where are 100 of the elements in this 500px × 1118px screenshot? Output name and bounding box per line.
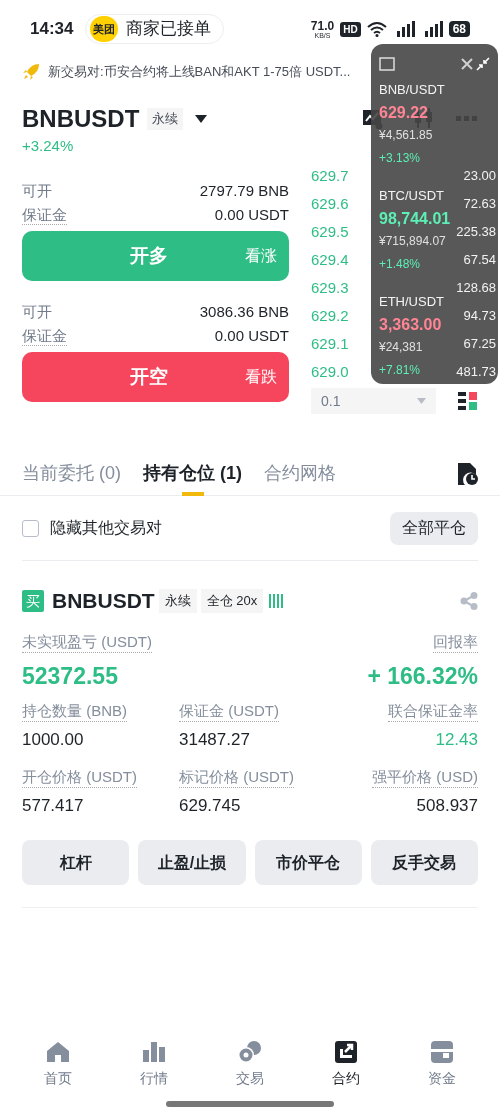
position-symbol: BNBUSDT <box>52 588 155 615</box>
bid-price: 629.7 <box>311 165 349 186</box>
hd-badge: HD <box>340 21 361 37</box>
wifi-icon <box>366 21 387 37</box>
position-tag: 全仓 20x <box>200 589 264 613</box>
field-value: 629.745 <box>179 794 241 817</box>
ticker-price: 3,363.00 <box>379 315 442 335</box>
close-icon[interactable] <box>460 57 474 71</box>
bid-price: 629.5 <box>311 221 349 242</box>
field-label: 持仓数量 (BNB) <box>22 701 127 722</box>
roe-label: 回报率 <box>433 632 478 653</box>
nav-item[interactable]: 资金 <box>407 1040 477 1089</box>
ticker-change: +3.13% <box>379 150 421 167</box>
contract-icon <box>333 1040 359 1064</box>
history-icon[interactable] <box>458 462 478 485</box>
bid-quantity: 67.54 <box>463 251 496 270</box>
caret-icon[interactable] <box>195 115 208 123</box>
risk-bars-icon <box>269 594 284 608</box>
bar-chart-icon <box>141 1040 167 1064</box>
field-label: 标记价格 (USDT) <box>179 766 294 788</box>
symbol-title[interactable]: BNBUSDT <box>22 101 140 137</box>
button-hint: 看涨 <box>245 246 278 266</box>
hide-pairs-checkbox[interactable] <box>22 519 39 537</box>
ticker-cny: ¥4,561.85 <box>379 127 433 144</box>
field-value: 1000.00 <box>22 729 84 751</box>
bid-quantity: 128.68 <box>456 279 496 298</box>
collapse-icon[interactable] <box>476 57 490 71</box>
ticker-pair: BTC/USDT <box>379 187 444 205</box>
field-label: 强平价格 (USD) <box>372 766 478 788</box>
available-label: 可开 <box>22 181 52 202</box>
button-label: 开多 <box>128 243 169 268</box>
battery-indicator: 68 <box>448 21 470 37</box>
bid-price: 629.3 <box>311 277 349 298</box>
net-speed: 71.0 <box>310 19 335 32</box>
buy-badge: 买 <box>22 590 44 612</box>
ticker-change: +7.81% <box>379 362 421 379</box>
margin-label: 保证金 <box>22 327 67 346</box>
bid-price: 629.4 <box>311 249 349 270</box>
close-all-button[interactable]: 全部平仓 <box>390 511 478 545</box>
home-icon <box>45 1040 71 1064</box>
nav-item[interactable]: 交易 <box>215 1040 285 1089</box>
pnl-label: 未实现盈亏 (USDT) <box>22 632 152 653</box>
action-button[interactable]: 市价平仓 <box>254 840 362 885</box>
bid-quantity: 481.73 <box>456 363 496 382</box>
field-label: 联合保证金率 <box>388 701 478 722</box>
field-value: 12.43 <box>435 729 478 751</box>
ticker-pair: BNB/USDT <box>379 81 445 99</box>
ticker-price: 98,744.01 <box>379 209 451 229</box>
ticker-price: 629.22 <box>379 103 428 123</box>
field-label: 开仓价格 (USDT) <box>22 766 137 788</box>
bid-price: 629.1 <box>311 333 349 354</box>
margin-label: 保证金 <box>22 206 67 225</box>
bid-price: 629.6 <box>311 193 349 214</box>
position-tag: 永续 <box>158 589 197 613</box>
price-change: +3.24% <box>22 137 74 154</box>
bid-quantity: 225.38 <box>456 223 496 242</box>
bid-quantity: 67.25 <box>463 335 496 354</box>
announcement-text[interactable]: 新交易对:币安合约将上线BAN和AKT 1-75倍 USDT... <box>48 62 351 82</box>
nav-item[interactable]: 合约 <box>311 1040 381 1089</box>
bid-quantity: 94.73 <box>463 307 496 326</box>
nav-item[interactable]: 首页 <box>23 1040 93 1089</box>
coins-icon <box>237 1040 263 1064</box>
checkbox-label: 隐藏其他交易对 <box>50 518 162 538</box>
tab[interactable]: 持有仓位 (1) <box>143 452 242 495</box>
depth-select[interactable]: 0.1 <box>311 388 436 414</box>
bid-quantity: 72.63 <box>463 195 496 214</box>
clock: 14:34 <box>30 18 74 41</box>
button-label: 开空 <box>128 364 169 389</box>
field-value: 508.937 <box>416 794 478 817</box>
tab[interactable]: 合约网格 <box>264 452 336 495</box>
wallet-icon <box>429 1040 455 1064</box>
notification-text: 商家已接单 <box>126 18 212 41</box>
action-button[interactable]: 杠杆 <box>22 840 130 885</box>
ticker-change: +1.48% <box>379 256 421 273</box>
contract-tag: 永续 <box>147 108 184 130</box>
layout-icon[interactable] <box>458 391 478 411</box>
bid-quantity: 23.00 <box>463 167 496 186</box>
rocket-icon <box>22 63 40 81</box>
app-badge: 美团 <box>90 16 119 42</box>
caret-icon <box>417 398 426 404</box>
margin-value: 0.00 USDT <box>214 326 289 347</box>
pnl-value: 52372.55 <box>22 661 118 691</box>
available-label: 可开 <box>22 302 52 323</box>
ticker-pair: ETH/USDT <box>379 293 444 311</box>
open-short-button[interactable]: 开空 看跌 <box>22 352 289 402</box>
nav-item[interactable]: 行情 <box>119 1040 189 1089</box>
window-icon[interactable] <box>379 57 395 71</box>
available-value: 2797.79 BNB <box>199 181 289 202</box>
field-label: 保证金 (USDT) <box>179 701 279 722</box>
field-value: 577.417 <box>22 794 84 817</box>
field-value: 31487.27 <box>179 729 250 751</box>
tab[interactable]: 当前委托 (0) <box>22 452 121 495</box>
bid-price: 629.2 <box>311 305 349 326</box>
button-hint: 看跌 <box>245 367 278 387</box>
bid-price: 629.0 <box>311 361 349 382</box>
ticker-cny: ¥24,381 <box>379 339 423 356</box>
margin-value: 0.00 USDT <box>214 205 289 226</box>
action-button[interactable]: 反手交易 <box>370 840 478 885</box>
roe-value: + 166.32% <box>367 661 478 691</box>
action-button[interactable]: 止盈/止损 <box>138 840 246 885</box>
